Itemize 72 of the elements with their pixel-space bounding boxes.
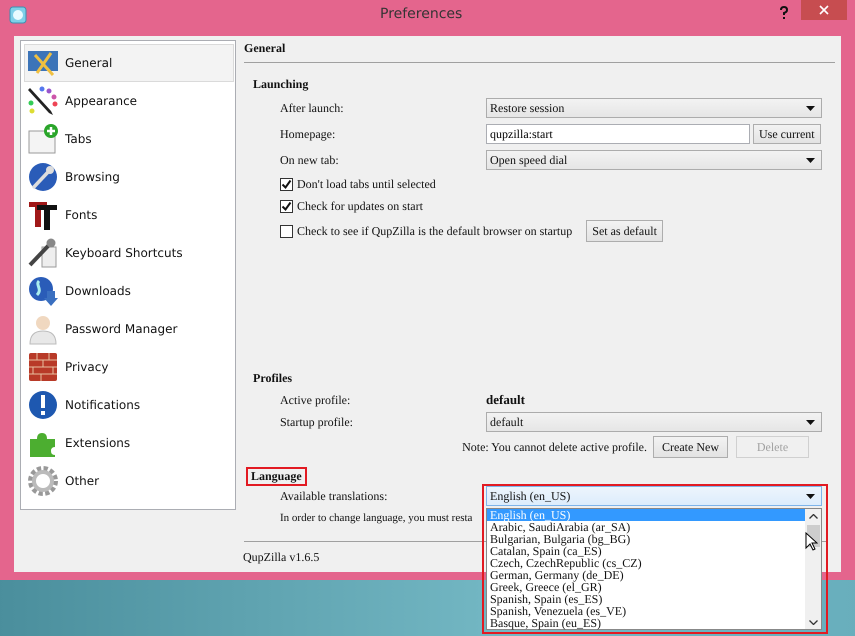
- close-icon: [819, 5, 829, 15]
- sidebar-item[interactable]: Notifications: [24, 386, 234, 424]
- page-plus-icon: [27, 123, 59, 155]
- section-heading: Language: [246, 467, 307, 486]
- wrench-key-icon: [27, 237, 59, 269]
- mouse-cursor-icon: [805, 532, 818, 551]
- version-label: QupZilla v1.6.5: [243, 550, 320, 564]
- section-heading: Launching: [253, 77, 310, 93]
- dropdown-option[interactable]: Catalan, Spain (ca_ES): [487, 545, 805, 557]
- caret-icon: [806, 494, 815, 498]
- sidebar-item[interactable]: Other: [24, 462, 234, 500]
- checkbox-label[interactable]: Check for updates on start: [297, 198, 423, 214]
- sidebar-item[interactable]: General: [24, 44, 234, 82]
- set-default-button[interactable]: Set as default: [586, 220, 663, 242]
- checkbox[interactable]: [280, 224, 293, 238]
- caret-icon: [806, 420, 815, 424]
- sidebar-item[interactable]: Fonts: [24, 196, 234, 234]
- dropdown[interactable]: Restore session: [486, 98, 822, 118]
- sidebar-item[interactable]: Browsing: [24, 158, 234, 196]
- sidebar-item[interactable]: Keyboard Shortcuts: [24, 234, 234, 272]
- language-note: In order to change language, you must resta: [280, 512, 472, 524]
- dropdown-option[interactable]: Bulgarian, Bulgaria (bg_BG): [487, 533, 805, 545]
- active-profile-value: default: [486, 392, 525, 408]
- dropdown-option[interactable]: Spanish, Venezuela (es_VE): [487, 605, 805, 617]
- gear-icon: [27, 465, 59, 497]
- scroll-up-icon: [808, 514, 818, 519]
- dropdown-option[interactable]: Arabic, SaudiArabia (ar_SA): [487, 521, 805, 533]
- caret-icon: [806, 106, 815, 110]
- use-current-button[interactable]: Use current: [753, 124, 821, 144]
- sidebar-item[interactable]: Downloads: [24, 272, 234, 310]
- checkbox-label[interactable]: Don't load tabs until selected: [297, 176, 436, 192]
- sidebar-item[interactable]: Privacy: [24, 348, 234, 386]
- sidebar-item[interactable]: Appearance: [24, 82, 234, 120]
- dropdown-option[interactable]: Spanish, Spain (es_ES): [487, 593, 805, 605]
- dropdown-option[interactable]: German, Germany (de_DE): [487, 569, 805, 581]
- dropdown-option[interactable]: Basque, Spain (eu_ES): [487, 617, 805, 629]
- letter-t-icon: [27, 199, 59, 231]
- close-button[interactable]: [801, 0, 847, 20]
- sidebar-item[interactable]: Extensions: [24, 424, 234, 462]
- scrollbar[interactable]: [805, 509, 821, 629]
- dropdown[interactable]: default: [486, 412, 822, 432]
- profile-note: Note: You cannot delete active profile.: [462, 440, 648, 454]
- globe-arrow-icon: [27, 275, 59, 307]
- dropdown-option[interactable]: Czech, CzechRepublic (cs_CZ): [487, 557, 805, 569]
- checkbox[interactable]: [280, 200, 293, 212]
- field-label: Homepage:: [280, 126, 336, 142]
- checkbox[interactable]: [280, 178, 293, 190]
- help-icon[interactable]: [779, 6, 789, 20]
- app-icon: [9, 6, 27, 24]
- profile-button[interactable]: Create New: [653, 436, 728, 458]
- scroll-down-icon: [808, 620, 818, 625]
- sidebar-item[interactable]: Password Manager: [24, 310, 234, 348]
- globe-wrench-icon: [27, 161, 59, 193]
- caret-icon: [806, 158, 815, 162]
- sidebar-item[interactable]: Tabs: [24, 120, 234, 158]
- section-heading: Profiles: [253, 371, 294, 387]
- field-label: Active profile:: [280, 392, 352, 408]
- field-label: After launch:: [280, 100, 345, 116]
- checkbox-label[interactable]: Check to see if QupZilla is the default browser on startup: [297, 224, 572, 238]
- input-field[interactable]: qupzilla:start: [486, 124, 750, 144]
- page-title: General: [244, 40, 286, 56]
- dropdown[interactable]: Open speed dial: [486, 150, 822, 170]
- dropdown-option[interactable]: Greek, Greece (el_GR): [487, 581, 805, 593]
- window-title: Preferences: [380, 6, 462, 22]
- field-label: On new tab:: [280, 152, 340, 168]
- exclamation-icon: [27, 389, 59, 421]
- brick-wall-icon: [27, 351, 59, 383]
- person-icon: [27, 313, 59, 345]
- field-label: Available translations:: [280, 488, 388, 504]
- dropdown[interactable]: English (en_US): [486, 486, 822, 506]
- field-label: Startup profile:: [280, 414, 354, 430]
- pencil-dots-icon: [27, 85, 59, 117]
